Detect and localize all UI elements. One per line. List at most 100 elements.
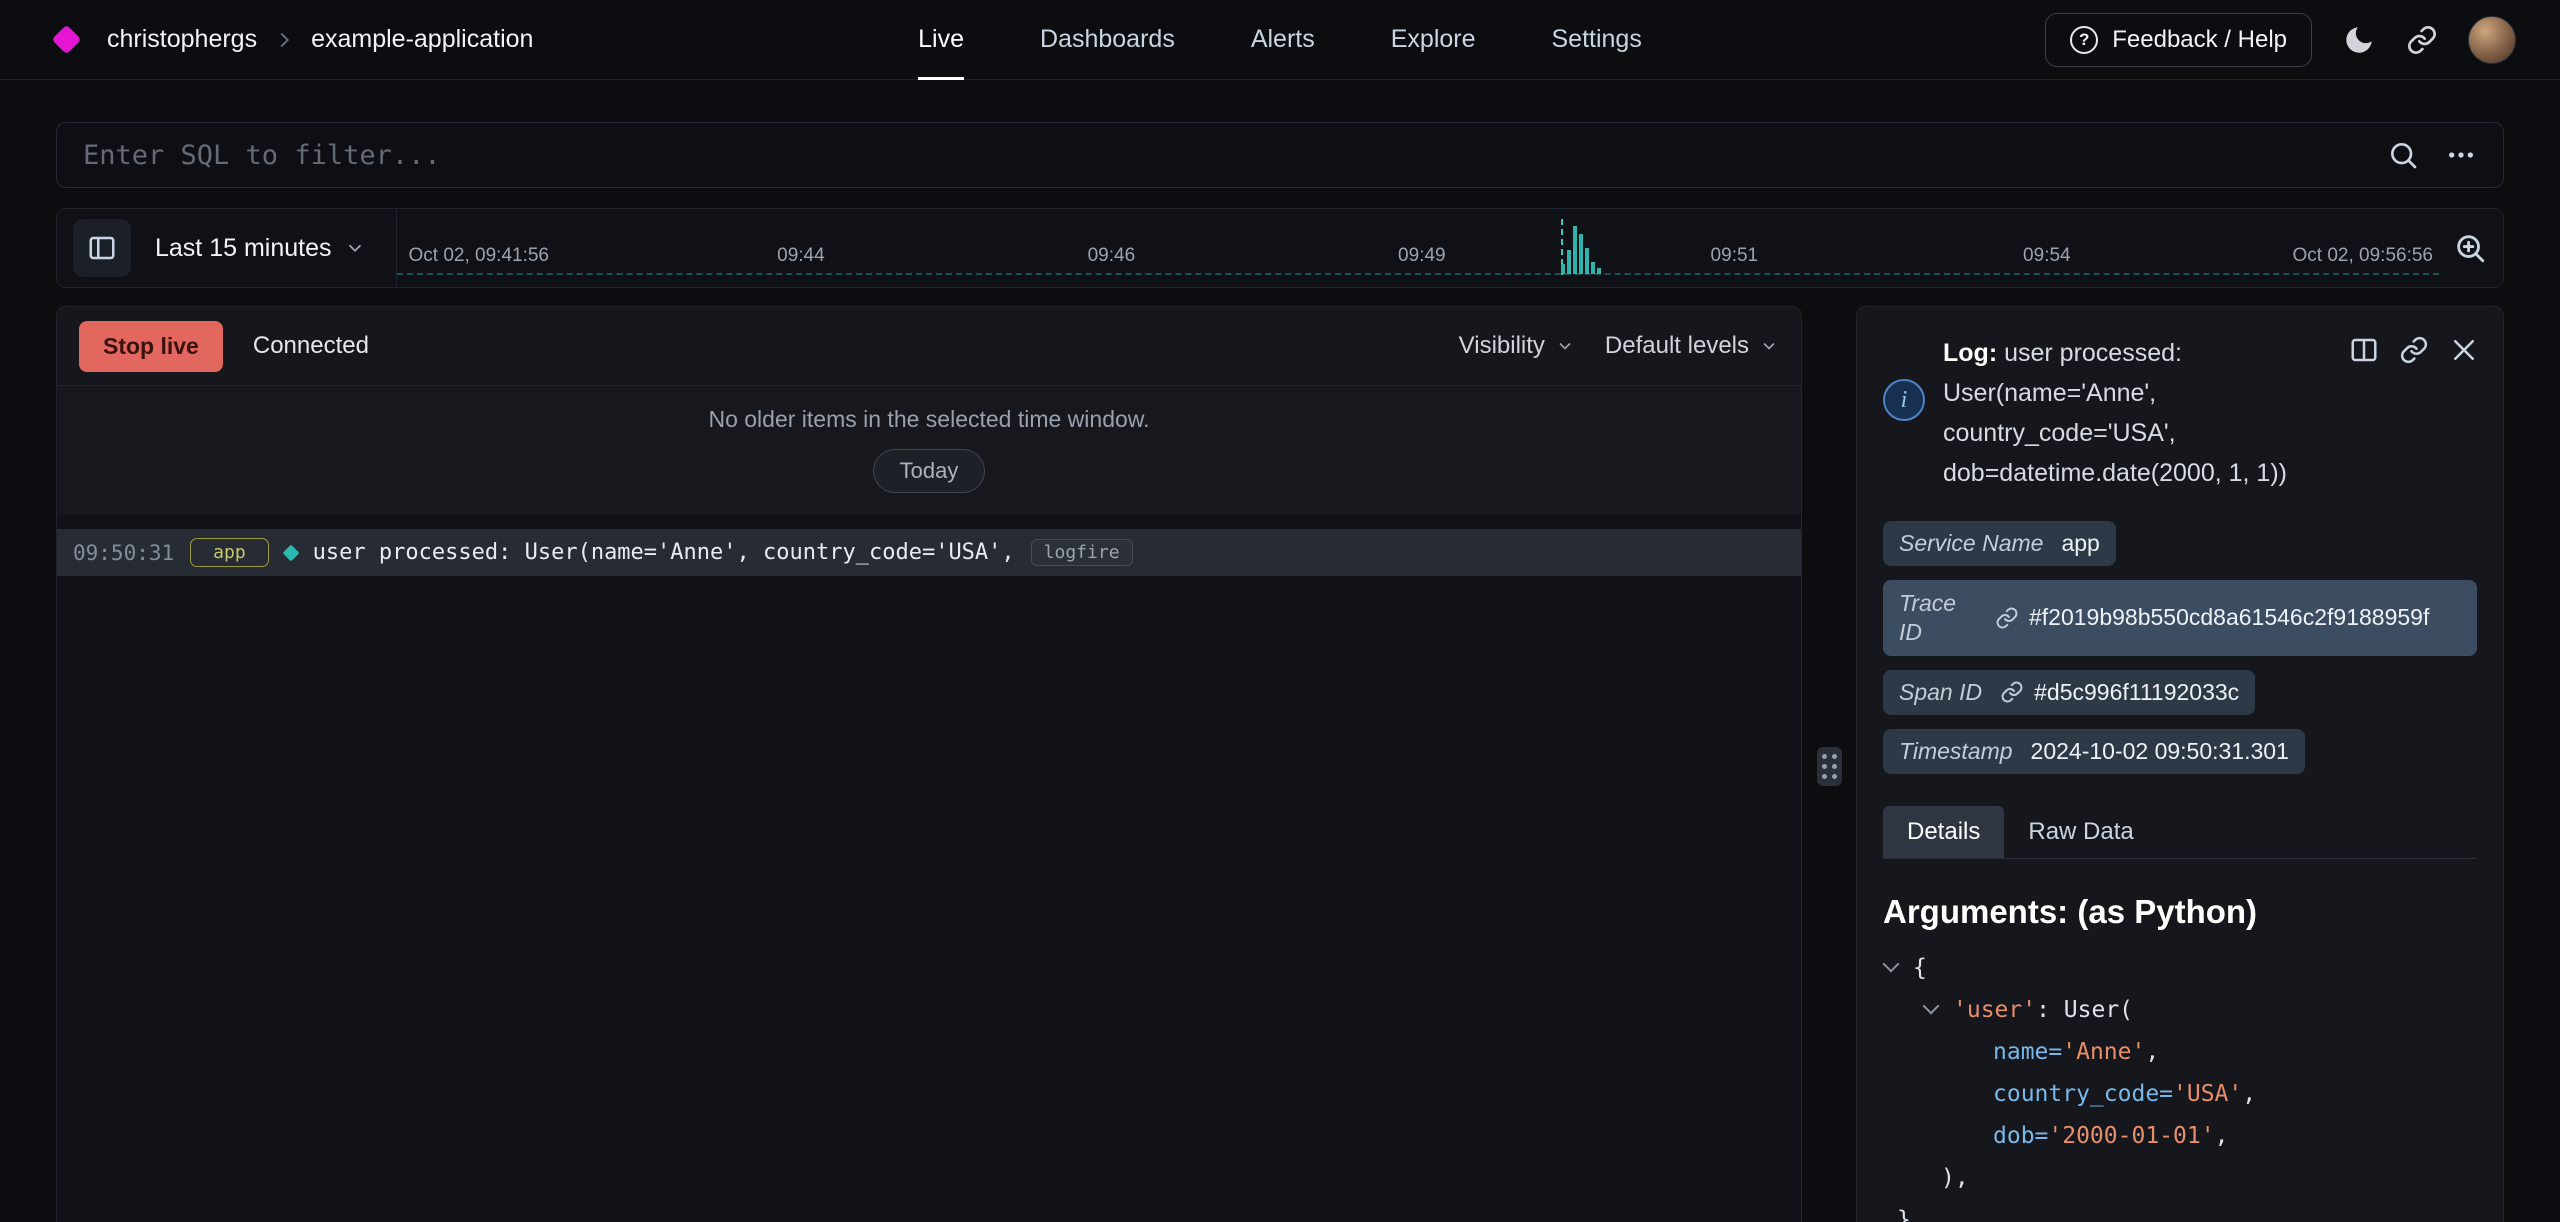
code-line: country_code='USA', <box>1883 1073 2477 1115</box>
sql-filter-input[interactable] <box>83 140 2361 171</box>
chevron-right-icon <box>273 29 295 51</box>
code-token: { <box>1913 955 1927 981</box>
ellipsis-icon <box>2445 139 2477 171</box>
tab-alerts[interactable]: Alerts <box>1251 0 1315 79</box>
open-split-view-button[interactable] <box>2349 335 2379 365</box>
code-token: ), <box>1941 1165 1969 1191</box>
search-icon <box>2387 139 2419 171</box>
link-icon <box>2399 335 2429 365</box>
code-line: 'user': User( <box>1883 989 2477 1031</box>
log-level-diamond-icon <box>282 544 299 561</box>
code-token: , <box>2145 1039 2159 1065</box>
arguments-heading-text: Arguments: <box>1883 893 2068 930</box>
visibility-label: Visibility <box>1459 332 1545 360</box>
span-id-value[interactable]: #d5c996f11192033c <box>2034 679 2239 706</box>
tab-explore-label: Explore <box>1391 25 1476 54</box>
code-token: } <box>1897 1207 1911 1222</box>
collapse-caret-icon[interactable] <box>1923 997 1940 1014</box>
nav-right-actions: ? Feedback / Help <box>2045 13 2516 67</box>
tab-settings[interactable]: Settings <box>1552 0 1642 79</box>
time-range-label: Last 15 minutes <box>155 234 332 263</box>
log-list-notice-zone: No older items in the selected time wind… <box>57 386 1801 515</box>
top-nav: christophergs example-application Live D… <box>0 0 2560 80</box>
sidebar-icon <box>87 233 117 263</box>
filter-more-button[interactable] <box>2445 139 2477 171</box>
tab-raw-data[interactable]: Raw Data <box>2004 806 2157 858</box>
panel-resizer <box>1802 306 1856 1222</box>
timestamp-value: 2024-10-02 09:50:31.301 <box>2031 738 2289 765</box>
code-line: } <box>1883 1199 2477 1222</box>
timeline-zoom-button[interactable] <box>2453 231 2487 265</box>
timeline-tick: Oct 02, 09:41:56 <box>409 245 550 267</box>
chevron-down-icon <box>1555 336 1575 356</box>
copy-link-button[interactable] <box>2399 335 2429 365</box>
code-line: ), <box>1883 1157 2477 1199</box>
live-log-panel: Stop live Connected Visibility Default l… <box>56 306 1802 1222</box>
breadcrumb-org[interactable]: christophergs <box>107 25 257 54</box>
today-button[interactable]: Today <box>873 449 986 493</box>
live-panel-header: Stop live Connected Visibility Default l… <box>57 307 1801 385</box>
log-details-panel: i Log: user processed: User(name='Anne',… <box>1856 306 2504 1222</box>
log-row[interactable]: 09:50:31 app user processed: User(name='… <box>57 529 1801 576</box>
code-token: : User( <box>2036 997 2133 1023</box>
share-link-button[interactable] <box>2406 24 2438 56</box>
code-line: { <box>1883 947 2477 989</box>
service-name-attribute: Service Name app <box>1883 521 2116 566</box>
dark-mode-toggle[interactable] <box>2342 23 2376 57</box>
link-icon <box>2000 680 2024 704</box>
close-icon <box>2449 335 2479 365</box>
log-list: No older items in the selected time wind… <box>57 385 1801 1222</box>
grip-dots-icon <box>1822 754 1837 779</box>
main-content: Stop live Connected Visibility Default l… <box>56 306 2504 1222</box>
service-tag: app <box>190 538 269 567</box>
details-tab-bar: Details Raw Data <box>1883 806 2477 859</box>
split-panel-icon <box>2349 335 2379 365</box>
tab-dashboards[interactable]: Dashboards <box>1040 0 1175 79</box>
sql-filter-bar <box>56 122 2504 188</box>
trace-id-label: Trace ID <box>1899 589 1977 647</box>
visibility-dropdown[interactable]: Visibility <box>1459 332 1575 360</box>
logfire-logo-icon[interactable] <box>52 25 82 55</box>
sidebar-toggle-button[interactable] <box>73 219 131 277</box>
activity-timeline[interactable]: Oct 02, 09:41:56 09:44 09:46 09:49 09:51… <box>396 209 2440 287</box>
feedback-help-button[interactable]: ? Feedback / Help <box>2045 13 2312 67</box>
tab-live-label: Live <box>918 25 964 54</box>
trace-id-value[interactable]: #f2019b98b550cd8a61546c2f9188959f <box>2029 604 2429 631</box>
arguments-heading: Arguments: (as Python) <box>1883 893 2477 931</box>
tab-details[interactable]: Details <box>1883 806 2004 858</box>
chevron-down-icon <box>344 237 366 259</box>
collapse-caret-icon[interactable] <box>1883 955 1900 972</box>
link-icon <box>1995 606 2019 630</box>
log-timestamp: 09:50:31 <box>73 541 174 565</box>
chevron-down-icon <box>1759 336 1779 356</box>
code-string: 'Anne' <box>2062 1039 2145 1065</box>
arguments-code-block: { 'user': User( name='Anne', country_cod… <box>1883 947 2477 1222</box>
code-identifier: name= <box>1993 1039 2062 1065</box>
service-name-label: Service Name <box>1899 530 2043 557</box>
tab-settings-label: Settings <box>1552 25 1642 54</box>
moon-icon <box>2342 23 2376 57</box>
timestamp-attribute: Timestamp 2024-10-02 09:50:31.301 <box>1883 729 2305 774</box>
time-range-selector[interactable]: Last 15 minutes <box>131 234 396 263</box>
details-title-prefix: Log: <box>1943 339 1997 367</box>
tab-live[interactable]: Live <box>918 0 964 79</box>
zoom-in-icon <box>2453 231 2487 265</box>
default-levels-dropdown[interactable]: Default levels <box>1605 332 1779 360</box>
code-key: 'user' <box>1953 997 2036 1023</box>
span-id-attribute[interactable]: Span ID #d5c996f11192033c <box>1883 670 2255 715</box>
breadcrumb-project[interactable]: example-application <box>311 25 533 54</box>
trace-id-attribute[interactable]: Trace ID #f2019b98b550cd8a61546c2f918895… <box>1883 580 2477 656</box>
search-button[interactable] <box>2387 139 2419 171</box>
code-string: '2000-01-01' <box>2048 1123 2214 1149</box>
time-range-bar: Last 15 minutes Oct 02, 09:41:56 09:44 0… <box>56 208 2504 288</box>
arguments-mode-text: (as Python) <box>2077 893 2257 930</box>
code-identifier: country_code= <box>1993 1081 2173 1107</box>
close-details-button[interactable] <box>2449 335 2479 365</box>
code-string: 'USA' <box>2173 1081 2242 1107</box>
resize-grip-handle[interactable] <box>1817 747 1842 786</box>
timestamp-label: Timestamp <box>1899 738 2013 765</box>
details-actions <box>2349 335 2479 365</box>
tab-explore[interactable]: Explore <box>1391 0 1476 79</box>
user-avatar[interactable] <box>2468 16 2516 64</box>
stop-live-button[interactable]: Stop live <box>79 321 223 372</box>
